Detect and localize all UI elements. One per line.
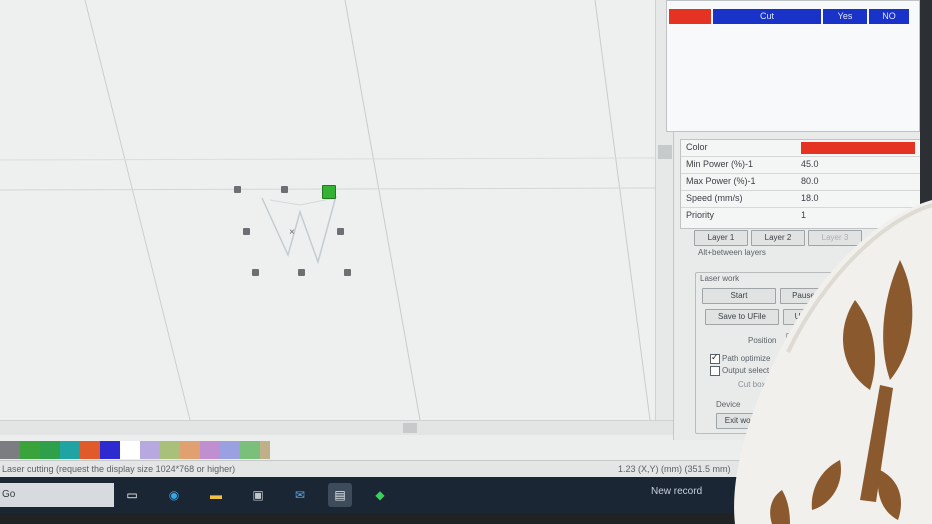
screen: × Cut Yes NO Color Min Power (%)-1 45.0 … — [0, 0, 932, 524]
obstructing-object — [734, 200, 932, 524]
